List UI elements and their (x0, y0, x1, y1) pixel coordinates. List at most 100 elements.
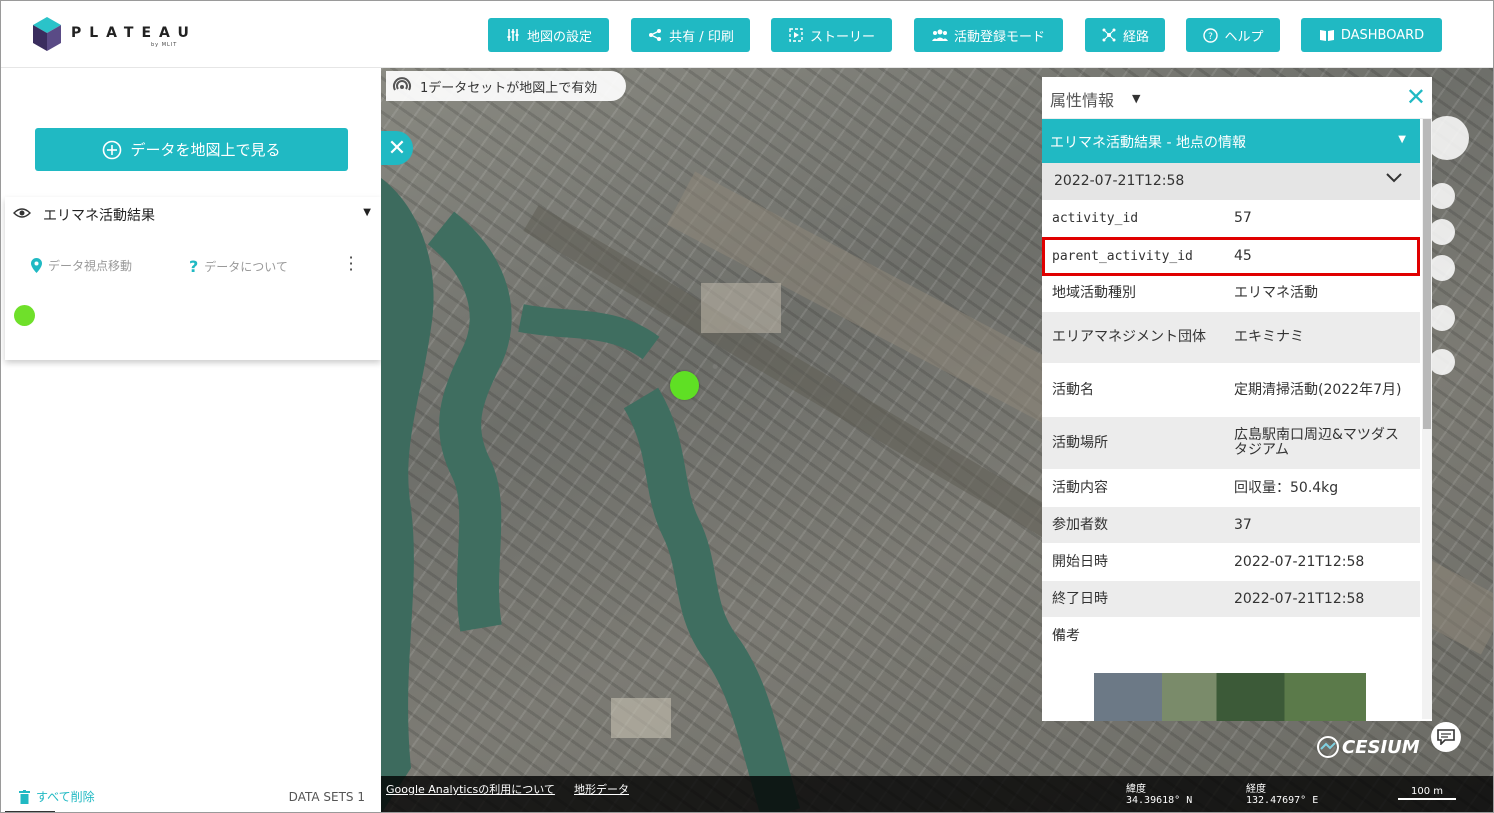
svg-text:?: ? (1208, 32, 1213, 42)
dataset-collapse-caret-icon[interactable]: ▼ (363, 207, 371, 218)
attribute-value (1224, 618, 1420, 654)
feature-info-panel: 属性情報 ▼ ✕ エリマネ活動結果 - 地点の情報 ▼ 2022-07-21T1… (1042, 77, 1432, 721)
table-row: 活動場所 広島駅南口周辺&マツダスタジアム (1042, 417, 1420, 470)
active-datasets-label: 1データセットが地図上で有効 (420, 80, 598, 96)
help-icon: ? (1202, 27, 1218, 43)
signal-icon (393, 77, 411, 91)
close-icon[interactable]: ✕ (1406, 83, 1426, 111)
feature-section-title: エリマネ活動結果 - 地点の情報 (1050, 135, 1246, 151)
zoom-out-button[interactable] (1429, 255, 1455, 281)
dropdown-arrow-icon[interactable]: ▼ (1132, 92, 1140, 105)
attribute-value: 45 (1234, 247, 1252, 264)
attribute-key: 終了日時 (1052, 590, 1108, 607)
attribute-table: activity_id 57 parent_activity_id 45 地域活… (1042, 200, 1420, 655)
record-title: 2022-07-21T12:58 (1054, 173, 1185, 189)
table-row: エリアマネジメント団体 エキミナミ (1042, 312, 1420, 364)
attribute-key: 活動内容 (1052, 479, 1108, 496)
map-pin-icon (31, 258, 42, 273)
app-window: PLATEAU by MLIT 地図の設定 共有 / 印刷 ストーリー 活動登録… (0, 0, 1494, 813)
activity-register-mode-button[interactable]: 活動登録モード (914, 18, 1063, 52)
route-button[interactable]: 経路 (1085, 18, 1165, 52)
terrain-data-link[interactable]: 地形データ (574, 781, 629, 797)
zoom-to-data-label: データ視点移動 (48, 259, 133, 273)
reset-view-button[interactable] (1429, 219, 1455, 245)
dashboard-button[interactable]: DASHBOARD (1301, 18, 1442, 52)
table-row: 備考 (1042, 618, 1420, 655)
attribute-key: 活動名 (1052, 381, 1094, 398)
table-row: activity_id 57 (1042, 200, 1420, 237)
activity-point-marker[interactable] (670, 371, 699, 400)
feature-section-header[interactable]: エリマネ活動結果 - 地点の情報 ▼ (1042, 119, 1420, 163)
about-data-label: データについて (204, 260, 288, 274)
question-mark-icon: ? (189, 257, 199, 276)
attribute-key: エリアマネジメント団体 (1052, 329, 1206, 345)
latitude-value: 34.39618° N (1126, 795, 1193, 806)
my-location-button[interactable] (1429, 305, 1455, 331)
share-print-button[interactable]: 共有 / 印刷 (631, 18, 750, 52)
help-button[interactable]: ? ヘルプ (1186, 18, 1280, 52)
plus-circle-icon (103, 140, 122, 159)
attribute-value: 定期清掃活動(2022年7月) (1234, 381, 1402, 398)
attribute-value: 広島駅南口周辺&マツダスタジアム (1234, 427, 1399, 458)
scrollbar-thumb[interactable] (1423, 119, 1431, 429)
table-row: 参加者数 37 (1042, 507, 1420, 544)
longitude-readout: 経度 132.47697° E (1246, 784, 1318, 806)
story-label: ストーリー (809, 29, 875, 45)
feature-info-title: 属性情報 (1050, 91, 1115, 110)
chevron-down-icon (1386, 173, 1402, 183)
map-settings-label: 地図の設定 (526, 29, 592, 45)
attribute-key: parent_activity_id (1052, 248, 1193, 264)
legend-swatch (14, 305, 35, 326)
cesium-logo[interactable]: CESIUM (1317, 736, 1420, 758)
workbench-panel: データを地図上で見る エリマネ活動結果 ▼ データ視点移動 ? データについて … (1, 68, 381, 812)
panel-scrollbar[interactable] (1422, 119, 1432, 719)
more-options-icon[interactable]: · · · (347, 250, 355, 278)
add-data-button[interactable]: データを地図上で見る (35, 128, 348, 171)
cesium-mark-icon (1317, 736, 1339, 758)
attribute-key: 活動場所 (1052, 434, 1108, 451)
attribute-key: 地域活動種別 (1052, 285, 1136, 301)
logo-subtitle: by MLIT (151, 42, 178, 48)
dataset-title[interactable]: エリマネ活動結果 (43, 205, 155, 225)
activity-register-mode-label: 活動登録モード (953, 29, 1045, 45)
attribute-key: 備考 (1052, 627, 1080, 644)
attribute-value: エキミナミ (1234, 329, 1304, 345)
attribute-value: 回収量：50.4kg (1234, 479, 1339, 496)
plateau-logo[interactable]: PLATEAU by MLIT (33, 17, 193, 57)
story-button[interactable]: ストーリー (771, 18, 892, 52)
top-header: PLATEAU by MLIT 地図の設定 共有 / 印刷 ストーリー 活動登録… (1, 1, 1493, 68)
active-datasets-banner: 1データセットが地図上で有効 (386, 71, 626, 101)
activity-photo (1094, 673, 1366, 721)
attribute-value: 37 (1234, 516, 1252, 533)
book-icon (1319, 27, 1335, 43)
analytics-link[interactable]: Google Analyticsの利用について (386, 781, 555, 797)
attribute-key: activity_id (1052, 210, 1139, 226)
logo-wordmark: PLATEAU (71, 25, 197, 41)
people-icon (931, 27, 948, 43)
measure-button[interactable] (1429, 349, 1455, 375)
attribute-value: 2022-07-21T12:58 (1234, 553, 1365, 570)
map-status-bar: Google Analyticsの利用について 地形データ 緯度 34.3961… (381, 776, 1493, 812)
record-header[interactable]: 2022-07-21T12:58 (1042, 163, 1420, 200)
workbench-footer: すべて削除 DATA SETS 1 (1, 784, 381, 812)
attribute-value: エリマネ活動 (1234, 285, 1318, 301)
delete-all-label: すべて削除 (36, 790, 95, 804)
about-data-link[interactable]: ? データについて (189, 257, 288, 276)
collapse-arrow-icon: ▼ (1398, 134, 1406, 145)
table-row: 活動名 定期清掃活動(2022年7月) (1042, 364, 1420, 417)
story-icon (788, 27, 804, 43)
help-label: ヘルプ (1224, 29, 1264, 45)
feedback-chat-icon[interactable] (1431, 722, 1461, 752)
close-icon: ✕ (387, 135, 407, 161)
map-settings-button[interactable]: 地図の設定 (488, 18, 609, 52)
eye-icon[interactable] (13, 207, 31, 219)
datasets-count: DATA SETS 1 (288, 790, 365, 804)
zoom-to-data-link[interactable]: データ視点移動 (31, 257, 132, 274)
delete-all-button[interactable]: すべて削除 (19, 788, 95, 805)
sliders-icon (505, 27, 521, 43)
route-label: 経路 (1122, 29, 1149, 45)
longitude-value: 132.47697° E (1246, 795, 1319, 806)
table-row: 地域活動種別 エリマネ活動 (1042, 276, 1420, 312)
zoom-in-button[interactable] (1429, 183, 1455, 209)
table-row-highlighted: parent_activity_id 45 (1042, 237, 1420, 276)
